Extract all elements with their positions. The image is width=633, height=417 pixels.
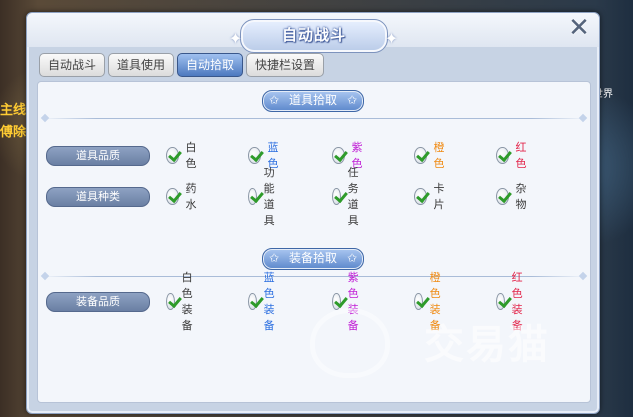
option-label: 杂物 xyxy=(515,182,527,211)
tab-auto-pickup[interactable]: 自动拾取 xyxy=(177,53,244,77)
item-quality-label: 道具品质 xyxy=(46,146,150,166)
option-potion[interactable]: 药水 xyxy=(166,182,201,211)
star-icon: ✩ xyxy=(269,93,280,107)
quest-text-2: 傅除 xyxy=(0,125,27,140)
checkbox-icon[interactable] xyxy=(332,292,341,310)
checkbox-icon[interactable] xyxy=(248,146,261,164)
equip-pickup-header: ✩ 装备拾取 ✩ xyxy=(262,248,364,270)
checkbox-icon[interactable] xyxy=(248,187,257,205)
divider-ornament-icon xyxy=(40,271,50,281)
checkbox-icon[interactable] xyxy=(332,146,345,164)
star-icon: ✩ xyxy=(346,93,357,107)
item-pickup-title: 道具拾取 xyxy=(288,93,337,107)
watermark-text: 交易猫 xyxy=(424,322,550,368)
option-label: 功能道具 xyxy=(263,166,275,227)
option-label: 白色 xyxy=(185,141,197,170)
quest-text-1: 主线 xyxy=(0,103,27,118)
wing-left-icon: ✦ xyxy=(228,29,244,48)
checkbox-icon[interactable] xyxy=(166,292,175,310)
option-label: 任务道具 xyxy=(347,166,359,227)
checkbox-icon[interactable] xyxy=(248,292,257,310)
option-label: 白色装备 xyxy=(181,271,193,332)
option-card[interactable]: 卡片 xyxy=(414,182,449,211)
star-icon: ✩ xyxy=(346,251,357,265)
divider-ornament-icon xyxy=(40,113,50,123)
checkbox-icon[interactable] xyxy=(496,187,509,205)
checkbox-icon[interactable] xyxy=(414,187,427,205)
tab-item-use[interactable]: 道具使用 xyxy=(108,53,175,77)
divider-ornament-icon xyxy=(578,113,588,123)
option-purple[interactable]: 紫色 xyxy=(332,141,367,170)
checkbox-icon[interactable] xyxy=(166,187,179,205)
option-white-equip[interactable]: 白色装备 xyxy=(166,271,201,332)
item-pickup-header: ✩ 道具拾取 ✩ xyxy=(262,90,364,112)
wing-right-icon: ✦ xyxy=(384,29,400,48)
option-label: 橙色 xyxy=(433,141,445,170)
item-type-label: 道具种类 xyxy=(46,187,150,207)
divider-ornament-icon xyxy=(578,271,588,281)
tab-auto-battle[interactable]: 自动战斗 xyxy=(39,53,106,77)
watermark-cat-icon xyxy=(310,308,390,378)
dialog-title-plate: ✦ 自动战斗 ✦ xyxy=(229,19,398,53)
equip-pickup-title: 装备拾取 xyxy=(288,251,337,265)
option-orange-equip[interactable]: 橙色装备 xyxy=(414,271,449,332)
dialog-title: 自动战斗 xyxy=(281,26,346,44)
option-quest-item[interactable]: 任务道具 xyxy=(332,166,367,227)
close-icon[interactable]: ✕ xyxy=(567,15,591,41)
option-function-item[interactable]: 功能道具 xyxy=(248,166,283,227)
background-quest-text: 主线 傅除 xyxy=(0,100,26,144)
option-misc[interactable]: 杂物 xyxy=(496,182,531,211)
section-divider xyxy=(40,113,588,123)
checkbox-icon[interactable] xyxy=(414,146,427,164)
tab-bar: 自动战斗 道具使用 自动拾取 快捷栏设置 xyxy=(39,53,325,77)
option-blue-equip[interactable]: 蓝色装备 xyxy=(248,271,283,332)
checkbox-icon[interactable] xyxy=(496,146,509,164)
option-white[interactable]: 白色 xyxy=(166,141,201,170)
option-label: 药水 xyxy=(185,182,197,211)
option-blue[interactable]: 蓝色 xyxy=(248,141,283,170)
option-red-equip[interactable]: 红色装备 xyxy=(496,271,531,332)
option-red[interactable]: 红色 xyxy=(496,141,531,170)
option-label: 蓝色装备 xyxy=(263,271,275,332)
star-icon: ✩ xyxy=(269,251,280,265)
checkbox-icon[interactable] xyxy=(166,146,179,164)
tab-hotbar-settings[interactable]: 快捷栏设置 xyxy=(246,53,325,77)
auto-battle-dialog: ✦ 自动战斗 ✦ ✕ 自动战斗 道具使用 自动拾取 快捷栏设置 ✩ 道具拾取 ✩… xyxy=(26,12,600,414)
option-label: 卡片 xyxy=(433,182,445,211)
checkbox-icon[interactable] xyxy=(414,292,423,310)
equip-quality-label: 装备品质 xyxy=(46,292,150,312)
option-orange[interactable]: 橙色 xyxy=(414,141,449,170)
option-label: 红色 xyxy=(515,141,527,170)
checkbox-icon[interactable] xyxy=(496,292,505,310)
section-divider xyxy=(40,271,588,281)
pickup-panel: ✩ 道具拾取 ✩ 道具品质 白色 蓝色 紫色 橙色 红色 道具种类 药水 功能道… xyxy=(37,81,591,403)
checkbox-icon[interactable] xyxy=(332,187,341,205)
